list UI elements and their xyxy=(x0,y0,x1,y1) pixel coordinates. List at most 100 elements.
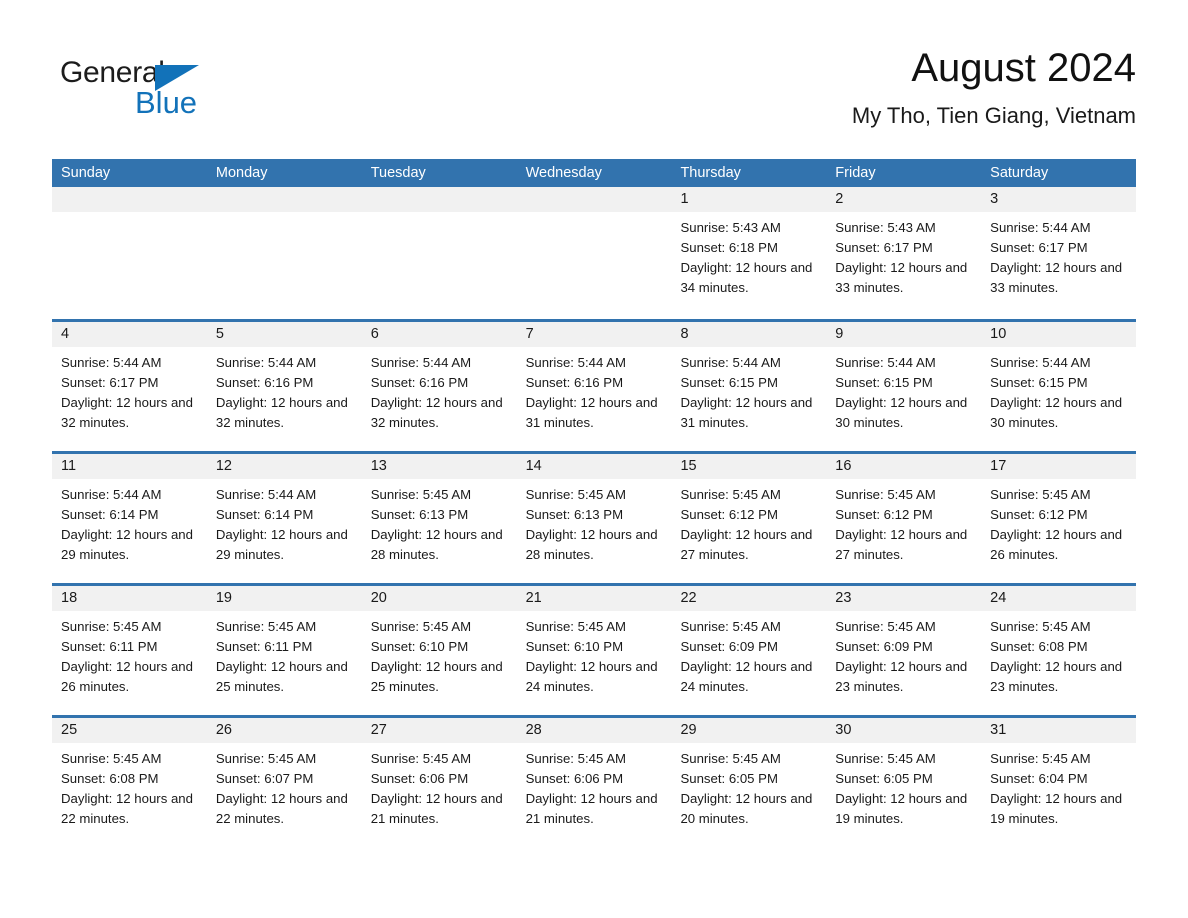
sunset-text: Sunset: 6:06 PM xyxy=(370,771,469,786)
calendar-day-cell[interactable]: 2 Sunrise: 5:43 AM Sunset: 6:17 PM Daylight… xyxy=(826,187,982,319)
daylight-text: Daylight: 12 hours and 26 minutes. xyxy=(61,659,193,694)
calendar-day-cell[interactable]: 12 Sunrise: 5:44 AM Sunset: 6:14 PM Dayligh… xyxy=(206,454,362,583)
sunrise-text: Sunrise: 5:45 AM xyxy=(61,619,162,634)
calendar-day-cell[interactable]: 28 Sunrise: 5:45 AM Sunset: 6:06 PM Dayligh… xyxy=(516,718,672,847)
sunrise-text: Sunrise: 5:45 AM xyxy=(370,751,472,766)
day-details: Sunrise: 5:45 AM Sunset: 6:04 PM Daylight:… xyxy=(981,743,1136,829)
day-details: Sunrise: 5:45 AM Sunset: 6:05 PM Daylight:… xyxy=(671,743,826,829)
day-details: Sunrise: 5:45 AM Sunset: 6:10 PM Daylight:… xyxy=(362,611,517,697)
calendar-day-cell[interactable]: 5 Sunrise: 5:44 AM Sunset: 6:16 PM Daylight… xyxy=(206,322,362,451)
sunrise-text: Sunrise: 5:44 AM xyxy=(990,220,1091,235)
day-details: Sunrise: 5:43 AM Sunset: 6:18 PM Daylight:… xyxy=(671,212,826,298)
calendar-day-cell[interactable]: 30 Sunrise: 5:45 AM Sunset: 6:05 PM Dayligh… xyxy=(826,718,982,847)
sunset-text: Sunset: 6:10 PM xyxy=(525,639,624,654)
day-details: Sunrise: 5:45 AM Sunset: 6:09 PM Daylight:… xyxy=(671,611,826,697)
day-details: Sunrise: 5:45 AM Sunset: 6:11 PM Daylight:… xyxy=(207,611,362,697)
sunset-text: Sunset: 6:05 PM xyxy=(835,771,933,786)
day-details: Sunrise: 5:44 AM Sunset: 6:14 PM Daylight:… xyxy=(52,479,207,565)
daylight-text: Daylight: 12 hours and 29 minutes. xyxy=(215,527,348,562)
sunrise-text: Sunrise: 5:45 AM xyxy=(525,751,627,766)
calendar-day-cell[interactable]: 13 Sunrise: 5:45 AM Sunset: 6:13 PM Dayligh… xyxy=(361,454,517,583)
calendar-day-cell[interactable]: 25 Sunrise: 5:45 AM Sunset: 6:08 PM Dayligh… xyxy=(52,718,207,847)
weekday-header-wednesday: Wednesday xyxy=(525,165,602,181)
day-details: Sunrise: 5:45 AM Sunset: 6:07 PM Daylight:… xyxy=(207,743,362,829)
calendar-day-cell[interactable]: 27 Sunrise: 5:45 AM Sunset: 6:06 PM Dayligh… xyxy=(361,718,517,847)
calendar-day-cell[interactable]: 23 Sunrise: 5:45 AM Sunset: 6:09 PM Dayligh… xyxy=(826,586,982,715)
day-details: Sunrise: 5:45 AM Sunset: 6:06 PM Daylight:… xyxy=(517,743,672,829)
day-details: Sunrise: 5:43 AM Sunset: 6:17 PM Daylight:… xyxy=(826,212,981,298)
sunset-text: Sunset: 6:15 PM xyxy=(680,375,778,390)
calendar-day-cell[interactable]: 20 Sunrise: 5:45 AM Sunset: 6:10 PM Dayligh… xyxy=(361,586,517,715)
calendar-day-cell[interactable]: 24 Sunrise: 5:45 AM Sunset: 6:08 PM Dayligh… xyxy=(981,586,1137,715)
sunset-text: Sunset: 6:10 PM xyxy=(370,639,469,654)
day-number: 15 xyxy=(671,454,827,479)
day-number: 19 xyxy=(206,586,362,611)
day-number: 10 xyxy=(981,322,1137,347)
calendar-week-row: 1 Sunrise: 5:43 AM Sunset: 6:18 PM Daylight… xyxy=(52,187,1137,319)
calendar-day-cell[interactable]: 3 Sunrise: 5:44 AM Sunset: 6:17 PM Daylight… xyxy=(981,187,1137,319)
day-details: Sunrise: 5:44 AM Sunset: 6:15 PM Daylight:… xyxy=(671,347,826,433)
day-number: 3 xyxy=(981,187,1137,212)
calendar-day-cell-empty xyxy=(206,187,362,319)
sunrise-text: Sunrise: 5:45 AM xyxy=(680,487,781,502)
calendar-day-cell[interactable]: 22 Sunrise: 5:45 AM Sunset: 6:09 PM Dayligh… xyxy=(671,586,827,715)
sunset-text: Sunset: 6:05 PM xyxy=(680,771,778,786)
daylight-text: Daylight: 12 hours and 31 minutes. xyxy=(525,395,658,430)
title-block: August 2024 My Tho, Tien Giang, Vietnam xyxy=(852,42,1136,132)
calendar-day-cell[interactable]: 26 Sunrise: 5:45 AM Sunset: 6:07 PM Dayligh… xyxy=(206,718,362,847)
page-subtitle: My Tho, Tien Giang, Vietnam xyxy=(851,103,1136,128)
sunset-text: Sunset: 6:14 PM xyxy=(61,507,159,522)
weekday-header-sunday: Sunday xyxy=(61,165,111,181)
day-number: 16 xyxy=(826,454,982,479)
sunset-text: Sunset: 6:12 PM xyxy=(680,507,778,522)
calendar-day-cell[interactable]: 15 Sunrise: 5:45 AM Sunset: 6:12 PM Dayligh… xyxy=(671,454,827,583)
calendar-day-cell[interactable]: 4 Sunrise: 5:44 AM Sunset: 6:17 PM Daylight… xyxy=(52,322,207,451)
day-details: Sunrise: 5:44 AM Sunset: 6:16 PM Daylight:… xyxy=(362,347,517,433)
calendar-day-cell[interactable]: 8 Sunrise: 5:44 AM Sunset: 6:15 PM Daylight… xyxy=(671,322,827,451)
day-number: 29 xyxy=(671,718,827,743)
calendar-week-row: 4 Sunrise: 5:44 AM Sunset: 6:17 PM Daylight… xyxy=(52,319,1137,451)
day-details: Sunrise: 5:45 AM Sunset: 6:05 PM Daylight:… xyxy=(826,743,981,829)
sunrise-text: Sunrise: 5:44 AM xyxy=(680,355,781,370)
calendar-day-cell[interactable]: 14 Sunrise: 5:45 AM Sunset: 6:13 PM Dayligh… xyxy=(516,454,672,583)
day-details: Sunrise: 5:44 AM Sunset: 6:17 PM Daylight:… xyxy=(52,347,207,433)
daylight-text: Daylight: 12 hours and 29 minutes. xyxy=(61,527,193,562)
sunrise-text: Sunrise: 5:44 AM xyxy=(835,355,936,370)
day-number: 14 xyxy=(516,454,672,479)
sunset-text: Sunset: 6:12 PM xyxy=(835,507,933,522)
day-number xyxy=(516,187,672,212)
calendar-day-cell[interactable]: 31 Sunrise: 5:45 AM Sunset: 6:04 PM Dayligh… xyxy=(981,718,1137,847)
calendar-day-cell[interactable]: 6 Sunrise: 5:44 AM Sunset: 6:16 PM Daylight… xyxy=(361,322,517,451)
calendar-day-cell[interactable]: 16 Sunrise: 5:45 AM Sunset: 6:12 PM Dayligh… xyxy=(826,454,982,583)
day-number xyxy=(52,187,207,212)
daylight-text: Daylight: 12 hours and 22 minutes. xyxy=(61,791,193,826)
calendar-day-cell[interactable]: 18 Sunrise: 5:45 AM Sunset: 6:11 PM Dayligh… xyxy=(52,586,207,715)
daylight-text: Daylight: 12 hours and 23 minutes. xyxy=(835,659,968,694)
calendar-page: General Blue August 2024 My Tho, Tien Gi… xyxy=(0,0,1188,918)
calendar-day-cell[interactable]: 7 Sunrise: 5:44 AM Sunset: 6:16 PM Daylight… xyxy=(516,322,672,451)
day-details: Sunrise: 5:45 AM Sunset: 6:12 PM Daylight:… xyxy=(671,479,826,565)
day-number: 18 xyxy=(52,586,207,611)
calendar-day-cell[interactable]: 1 Sunrise: 5:43 AM Sunset: 6:18 PM Daylight… xyxy=(671,187,827,319)
daylight-text: Daylight: 12 hours and 24 minutes. xyxy=(680,659,813,694)
calendar-day-cell-empty xyxy=(516,187,672,319)
calendar-day-cell[interactable]: 29 Sunrise: 5:45 AM Sunset: 6:05 PM Dayligh… xyxy=(671,718,827,847)
calendar-day-cell-empty xyxy=(52,187,207,319)
general-blue-logo[interactable]: General Blue xyxy=(60,56,240,128)
daylight-text: Daylight: 12 hours and 27 minutes. xyxy=(835,527,968,562)
daylight-text: Daylight: 12 hours and 32 minutes. xyxy=(370,395,503,430)
calendar-day-cell-empty xyxy=(361,187,517,319)
logo-text-blue: Blue xyxy=(135,85,198,120)
sunrise-text: Sunrise: 5:45 AM xyxy=(370,619,472,634)
calendar-day-cell[interactable]: 19 Sunrise: 5:45 AM Sunset: 6:11 PM Dayligh… xyxy=(206,586,362,715)
calendar-day-cell[interactable]: 21 Sunrise: 5:45 AM Sunset: 6:10 PM Dayligh… xyxy=(516,586,672,715)
weekday-header-thursday: Thursday xyxy=(680,165,741,181)
calendar-day-cell[interactable]: 10 Sunrise: 5:44 AM Sunset: 6:15 PM Dayligh… xyxy=(981,322,1137,451)
calendar-day-cell[interactable]: 17 Sunrise: 5:45 AM Sunset: 6:12 PM Dayligh… xyxy=(981,454,1137,583)
day-details: Sunrise: 5:44 AM Sunset: 6:17 PM Daylight:… xyxy=(981,212,1136,298)
daylight-text: Daylight: 12 hours and 28 minutes. xyxy=(525,527,658,562)
sunrise-text: Sunrise: 5:45 AM xyxy=(835,751,936,766)
calendar-day-cell[interactable]: 11 Sunrise: 5:44 AM Sunset: 6:14 PM Dayligh… xyxy=(52,454,207,583)
sunset-text: Sunset: 6:13 PM xyxy=(370,507,469,522)
calendar-day-cell[interactable]: 9 Sunrise: 5:44 AM Sunset: 6:15 PM Daylight… xyxy=(826,322,982,451)
